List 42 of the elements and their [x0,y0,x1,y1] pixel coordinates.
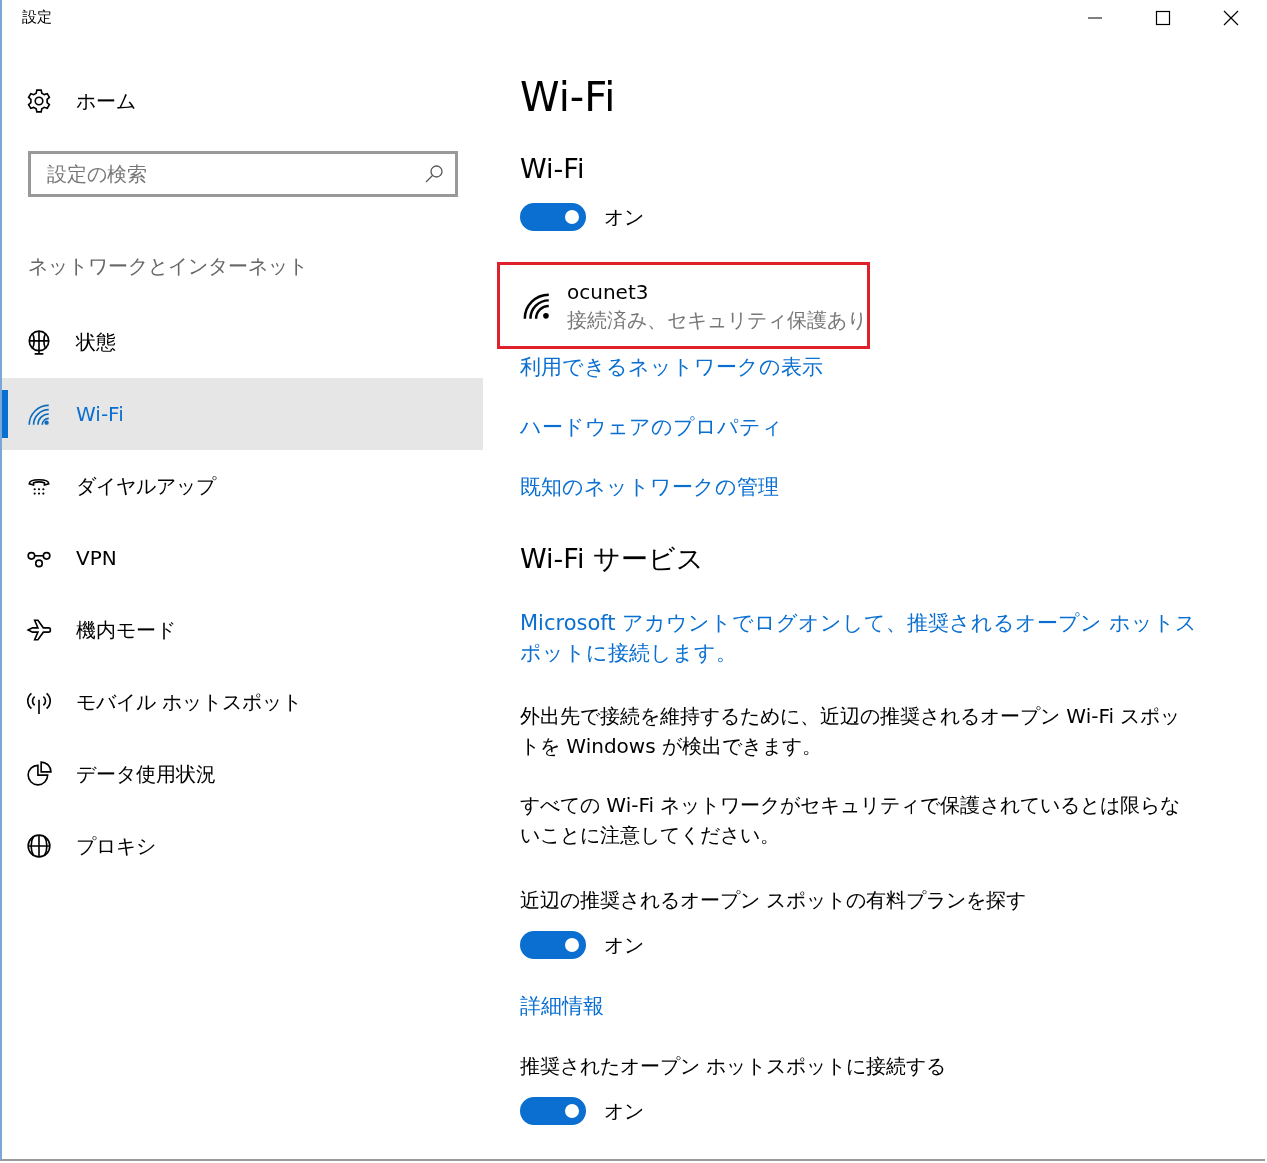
home-link[interactable]: ホーム [76,87,136,115]
network-name: ocunet3 [567,278,650,306]
nav-item[interactable]: VPN [2,522,483,594]
toggle-switch[interactable] [520,1097,586,1125]
nav-item[interactable]: モバイル ホットスポット [2,666,483,738]
description-text: 外出先で接続を維持するために、近辺の推奨されるオープン Wi-Fi スポットを Windows が検出できます。 [520,703,1182,760]
globe-monitor-icon [26,329,52,355]
toggle-state: オン [604,1097,644,1125]
section-heading: Wi-Fi [520,152,585,186]
globe-icon [26,833,52,859]
toggle-switch[interactable] [520,931,586,959]
search-icon[interactable] [424,164,444,184]
toggle-switch[interactable] [520,203,586,231]
pie-chart-icon [26,761,52,787]
setting-label: 推奨されたオープン ホットスポットに接続する [520,1053,947,1080]
setting-label: 近辺の推奨されるオープン スポットの有料プランを探す [520,887,1027,914]
link[interactable]: ハードウェアのプロパティ [520,412,783,442]
toggle-state: オン [604,931,644,959]
window-title: 設定 [22,8,52,27]
nav-item[interactable]: データ使用状況 [2,738,483,810]
page-title: Wi-Fi [520,73,616,121]
toggle-state: オン [604,203,644,231]
nav-item[interactable]: 状態 [2,306,483,378]
airplane-icon [26,617,52,643]
description-text: すべての Wi-Fi ネットワークがセキュリティで保護されているとは限らないことに注意してください。 [520,792,1182,849]
nav-item[interactable]: ダイヤルアップ [2,450,483,522]
network-status: 接続済み、セキュリティ保護あり [567,306,867,334]
nav-item[interactable]: プロキシ [2,810,483,882]
link[interactable]: 利用できるネットワークの表示 [520,352,823,382]
section-heading: Wi-Fi サービス [520,542,704,576]
link[interactable]: 既知のネットワークの管理 [520,472,779,502]
link[interactable]: 詳細情報 [520,991,604,1021]
section-title: ネットワークとインターネット [28,253,309,280]
network-item[interactable]: ocunet3 接続済み、セキュリティ保護あり [497,262,870,349]
settings-icon [26,88,52,114]
nav-item[interactable]: Wi-Fi [2,378,483,450]
close-icon[interactable] [1223,9,1239,26]
maximize-icon[interactable] [1155,9,1171,26]
nav-item[interactable]: 機内モード [2,594,483,666]
search-field[interactable]: 設定の検索 [28,151,458,197]
link[interactable]: Microsoft アカウントでログオンして、推奨されるオープン ホットスポットに接続します。 [520,608,1200,668]
selection-indicator [2,390,8,438]
